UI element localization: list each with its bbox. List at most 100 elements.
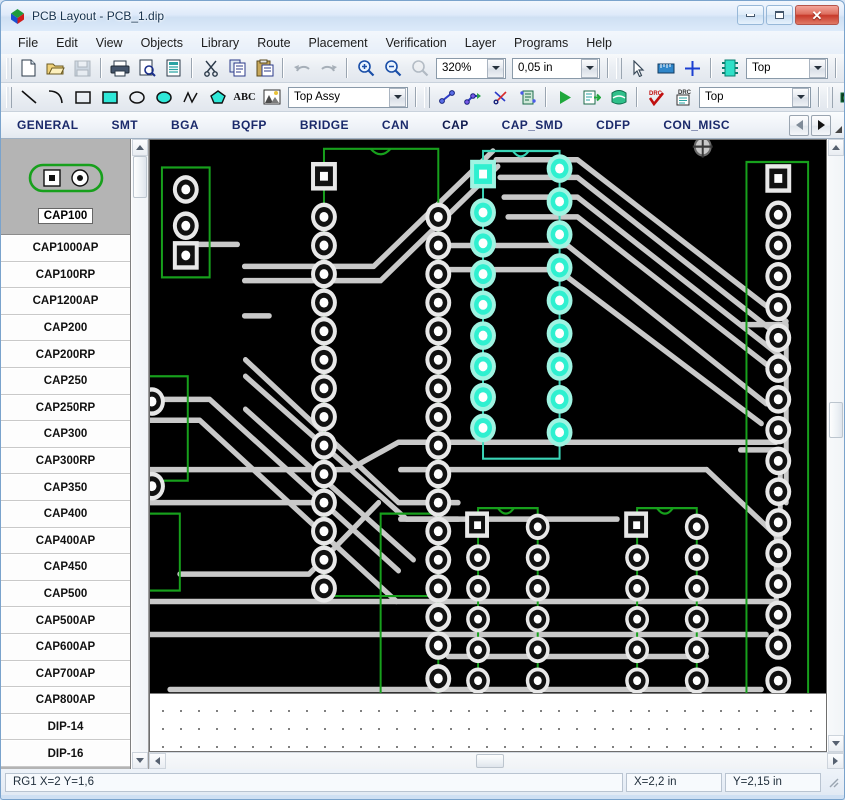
library-scroll-up-button[interactable]	[132, 139, 148, 156]
component-preview-cell[interactable]: CAP100	[1, 139, 130, 235]
list-item[interactable]: CAP1000AP	[1, 235, 130, 262]
zoom-in-icon[interactable]	[353, 56, 378, 80]
zoom-fit-icon[interactable]	[407, 56, 432, 80]
list-item[interactable]: CAP800AP	[1, 687, 130, 714]
cut-icon[interactable]	[198, 56, 223, 80]
menu-help[interactable]: Help	[577, 34, 621, 52]
list-item[interactable]: CAP700AP	[1, 660, 130, 688]
zoom-out-icon[interactable]	[380, 56, 405, 80]
list-item[interactable]: CAP350	[1, 474, 130, 501]
ellipse-tool-icon[interactable]	[124, 85, 149, 109]
component-chip-icon[interactable]	[717, 56, 742, 80]
grid-step-combo[interactable]: 0,05 in	[512, 57, 600, 79]
list-item[interactable]: CAP100RP	[1, 261, 130, 289]
toolbar-grip[interactable]	[6, 57, 12, 79]
tab-cdfp[interactable]: CDFP	[580, 112, 647, 138]
tab-can[interactable]: CAN	[366, 112, 426, 138]
route-manual-icon[interactable]	[461, 85, 486, 109]
toolbar-grip[interactable]	[827, 86, 833, 108]
tab-general[interactable]: GENERAL	[1, 112, 95, 138]
rectangle-tool-icon[interactable]	[70, 85, 95, 109]
select-pointer-icon[interactable]	[626, 56, 651, 80]
list-item[interactable]: CAP400AP	[1, 527, 130, 555]
zoom-level-combo[interactable]: 320%	[436, 57, 506, 79]
list-item[interactable]: CAP200	[1, 314, 130, 342]
close-button[interactable]: ✕	[795, 5, 839, 25]
canvas-scroll-left-button[interactable]	[149, 753, 166, 769]
copy-icon[interactable]	[225, 56, 250, 80]
menu-placement[interactable]: Placement	[300, 34, 377, 52]
redo-icon[interactable]	[316, 56, 341, 80]
report-icon[interactable]	[161, 56, 186, 80]
list-item[interactable]: CAP300	[1, 421, 130, 448]
menu-objects[interactable]: Objects	[132, 34, 192, 52]
chevron-down-icon[interactable]	[809, 58, 826, 78]
tab-bga[interactable]: BGA	[155, 112, 216, 138]
tab-cap-smd[interactable]: CAP_SMD	[486, 112, 580, 138]
minimize-button[interactable]	[737, 5, 764, 25]
tab-bqfp[interactable]: BQFP	[216, 112, 284, 138]
menu-library[interactable]: Library	[192, 34, 248, 52]
toolbar-grip[interactable]	[424, 86, 430, 108]
library-scroll-down-button[interactable]	[132, 752, 148, 769]
canvas-scroll-thumb[interactable]	[829, 402, 843, 438]
route-layer-combo[interactable]: Top	[699, 86, 811, 108]
canvas-scroll-track[interactable]	[828, 156, 844, 735]
toolbar-grip[interactable]	[6, 86, 12, 108]
menu-edit[interactable]: Edit	[47, 34, 87, 52]
menu-route[interactable]: Route	[248, 34, 299, 52]
trace-properties-icon[interactable]	[515, 85, 540, 109]
list-item[interactable]: CAP1200AP	[1, 288, 130, 315]
list-item[interactable]: CAP500AP	[1, 607, 130, 634]
list-item[interactable]: CAP600AP	[1, 633, 130, 661]
list-item[interactable]: CAP250	[1, 367, 130, 395]
chevron-down-icon[interactable]	[581, 58, 598, 78]
window-resize-grip[interactable]	[826, 775, 840, 789]
menu-programs[interactable]: Programs	[505, 34, 577, 52]
pcb-canvas[interactable]	[149, 139, 827, 752]
arc-tool-icon[interactable]	[43, 85, 68, 109]
list-item[interactable]: CAP450	[1, 554, 130, 581]
filled-ellipse-tool-icon[interactable]	[151, 85, 176, 109]
list-item[interactable]: CAP300RP	[1, 447, 130, 475]
list-item[interactable]: CAP200RP	[1, 341, 130, 368]
copper-pour-icon[interactable]	[606, 85, 631, 109]
print-preview-icon[interactable]	[134, 56, 159, 80]
list-item[interactable]: CAP250RP	[1, 394, 130, 422]
library-scroll-thumb[interactable]	[133, 156, 147, 198]
canvas-scroll-right-button[interactable]	[827, 753, 844, 769]
save-file-icon[interactable]	[70, 56, 95, 80]
image-tool-icon[interactable]	[259, 85, 284, 109]
netlist-icon[interactable]: 00	[837, 85, 844, 109]
canvas-vertical-scrollbar[interactable]	[827, 139, 844, 752]
open-file-icon[interactable]	[43, 56, 68, 80]
tab-overflow-icon[interactable]	[835, 126, 842, 133]
tab-bridge[interactable]: BRIDGE	[284, 112, 366, 138]
scroll-tabs-left-button[interactable]	[789, 114, 809, 136]
canvas-hscroll-track[interactable]	[166, 753, 827, 769]
tab-smt[interactable]: SMT	[95, 112, 155, 138]
library-scroll-track[interactable]	[132, 156, 148, 752]
drc-check-icon[interactable]: DRC	[643, 85, 668, 109]
menu-view[interactable]: View	[87, 34, 132, 52]
canvas-hscroll-thumb[interactable]	[476, 754, 504, 768]
drc-report-icon[interactable]: DRC	[670, 85, 695, 109]
menu-layer[interactable]: Layer	[456, 34, 505, 52]
toolbar-grip[interactable]	[616, 57, 622, 79]
tab-con-misc[interactable]: CON_MISC	[647, 112, 747, 138]
canvas-horizontal-scrollbar[interactable]	[149, 752, 844, 769]
measure-icon[interactable]	[653, 56, 678, 80]
filled-rectangle-tool-icon[interactable]	[97, 85, 122, 109]
chevron-down-icon[interactable]	[792, 87, 809, 107]
canvas-scroll-up-button[interactable]	[828, 139, 844, 156]
menu-verification[interactable]: Verification	[377, 34, 456, 52]
line-tool-icon[interactable]	[16, 85, 41, 109]
undo-icon[interactable]	[289, 56, 314, 80]
cut-trace-icon[interactable]	[488, 85, 513, 109]
polyline-tool-icon[interactable]	[178, 85, 203, 109]
tab-cap[interactable]: CAP	[426, 112, 486, 138]
active-layer-combo[interactable]: Top	[746, 57, 828, 79]
menu-file[interactable]: File	[9, 34, 47, 52]
draw-layer-combo[interactable]: Top Assy	[288, 86, 408, 108]
list-item[interactable]: CAP500	[1, 580, 130, 608]
